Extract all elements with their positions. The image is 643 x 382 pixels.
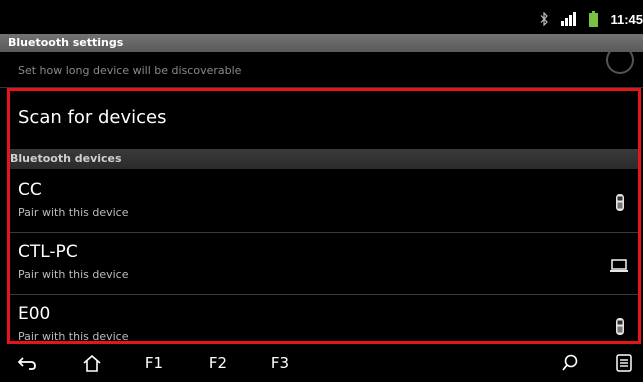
device-name: E00: [18, 304, 51, 324]
laptop-icon: [610, 259, 628, 272]
back-button[interactable]: [14, 351, 40, 375]
status-bar: 11:45: [0, 0, 643, 34]
spinner-icon: [606, 46, 634, 74]
device-name: CC: [18, 180, 42, 200]
search-icon: [562, 354, 578, 371]
status-icons: 11:45: [539, 10, 643, 28]
device-status: Pair with this device: [18, 268, 129, 281]
scan-label: Scan for devices: [18, 107, 167, 128]
f1-button[interactable]: F1: [142, 351, 166, 375]
device-status: Pair with this device: [18, 330, 129, 341]
f3-label: F3: [270, 354, 290, 372]
discoverable-timeout-row[interactable]: Set how long device will be discoverable: [0, 46, 643, 88]
device-item-e00[interactable]: E00 Pair with this device: [10, 295, 638, 341]
f2-button[interactable]: F2: [206, 351, 230, 375]
status-time: 11:45: [610, 11, 643, 27]
section-header-bluetooth-devices: Bluetooth devices: [10, 149, 638, 169]
home-button[interactable]: [80, 351, 104, 375]
title-header: Bluetooth settings: [0, 34, 643, 52]
battery-icon: [589, 11, 599, 27]
page-title: Bluetooth settings: [8, 36, 124, 49]
divider: [0, 87, 643, 88]
f2-label: F2: [208, 354, 228, 372]
menu-button[interactable]: [612, 351, 636, 375]
menu-icon: [616, 354, 632, 372]
phone-icon: [616, 194, 624, 211]
section-title: Bluetooth devices: [10, 152, 122, 165]
bluetooth-icon: [541, 12, 549, 26]
discoverable-subtitle: Set how long device will be discoverable: [18, 64, 242, 77]
device-item-cc[interactable]: CC Pair with this device: [10, 171, 638, 232]
device-item-ctl-pc[interactable]: CTL-PC Pair with this device: [10, 233, 638, 294]
phone-icon: [616, 318, 624, 335]
f1-label: F1: [144, 354, 164, 372]
search-button[interactable]: [558, 351, 582, 375]
device-status: Pair with this device: [18, 206, 129, 219]
scan-for-devices-button[interactable]: Scan for devices: [0, 91, 643, 147]
home-icon: [83, 354, 101, 372]
f3-button[interactable]: F3: [268, 351, 292, 375]
back-icon: [17, 357, 36, 370]
signal-icon: [561, 12, 577, 26]
device-name: CTL-PC: [18, 242, 78, 262]
navigation-bar: F1 F2 F3: [0, 345, 643, 382]
